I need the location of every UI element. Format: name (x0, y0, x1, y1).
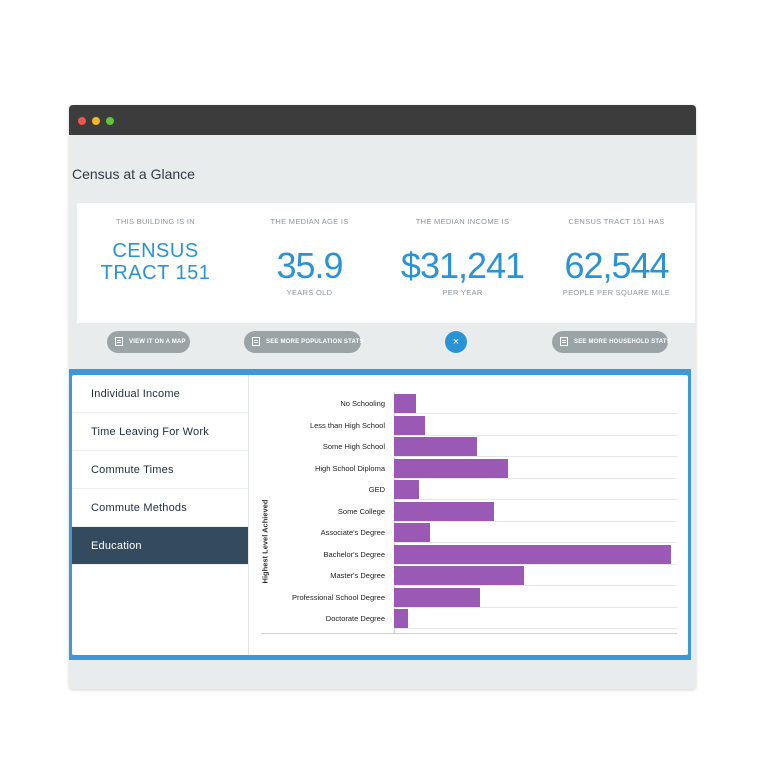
menu-item-individual-income[interactable]: Individual Income (72, 375, 248, 413)
category-label: Associate's Degree (320, 528, 385, 537)
median-income-card: THE MEDIAN INCOME IS $31,241 PER YEAR (384, 203, 541, 323)
details-panel-inner: Individual Income Time Leaving For Work … (72, 375, 688, 655)
document-icon (115, 337, 123, 346)
browser-window: Census at a Glance THIS BUILDING IS IN C… (69, 105, 696, 689)
card-value: 62,544 (564, 245, 669, 286)
card-value: CENSUS TRACT 151 (77, 240, 234, 284)
bar[interactable] (394, 501, 494, 521)
card-value-line2: TRACT 151 (100, 262, 211, 284)
category-label: Master's Degree (330, 571, 385, 580)
view-on-map-button[interactable]: VIEW IT ON A MAP (107, 331, 190, 353)
bar[interactable] (394, 480, 419, 499)
minimize-window-dot[interactable] (92, 117, 100, 125)
population-density-card: CENSUS TRACT 151 HAS 62,544 PEOPLE PER S… (538, 203, 695, 323)
menu-item-time-leaving-for-work[interactable]: Time Leaving For Work (72, 413, 248, 451)
category-label: Doctorate Degree (325, 614, 385, 623)
bar[interactable] (394, 609, 408, 628)
household-stats-button[interactable]: SEE MORE HOUSEHOLD STATS (552, 331, 671, 353)
card-caption: THE MEDIAN INCOME IS (415, 217, 510, 226)
card-value: $31,241 (400, 245, 525, 286)
bar[interactable] (394, 587, 480, 607)
bar[interactable] (394, 415, 425, 435)
bar[interactable] (394, 394, 417, 413)
menu-item-commute-times[interactable]: Commute Times (72, 451, 248, 489)
chart-row (394, 414, 677, 436)
chart-row (394, 564, 677, 586)
card-caption: THE MEDIAN AGE IS (270, 217, 349, 226)
card-subtitle: PEOPLE PER SQUARE MILE (562, 288, 671, 297)
card-value: 35.9 (276, 245, 343, 286)
median-age-card: THE MEDIAN AGE IS 35.9 YEARS OLD (231, 203, 388, 323)
stats-menu: Individual Income Time Leaving For Work … (72, 375, 249, 655)
category-label: Professional School Degree (292, 592, 385, 602)
chart-row (394, 457, 677, 479)
population-stats-label: SEE MORE POPULATION STATS (266, 339, 364, 345)
window-titlebar (69, 105, 696, 135)
chart-row (394, 607, 677, 629)
category-label: Some College (337, 506, 385, 516)
view-on-map-label: VIEW IT ON A MAP (129, 339, 186, 345)
bar[interactable] (394, 437, 478, 456)
chart-row (394, 435, 677, 457)
census-tract-card: THIS BUILDING IS IN CENSUS TRACT 151 (77, 203, 234, 323)
card-subtitle: PER YEAR (442, 288, 483, 297)
menu-item-commute-methods[interactable]: Commute Methods (72, 489, 248, 527)
chart-row (394, 586, 677, 608)
category-label: GED (368, 485, 385, 494)
document-icon (560, 337, 568, 346)
household-stats-label: SEE MORE HOUSEHOLD STATS (574, 339, 671, 345)
chart-row (394, 521, 677, 543)
maximize-window-dot[interactable] (106, 117, 114, 125)
bar[interactable] (394, 544, 672, 564)
card-caption: CENSUS TRACT 151 HAS (568, 217, 665, 226)
page-title: Census at a Glance (72, 166, 195, 182)
chart-row (394, 543, 677, 565)
chart-row (394, 500, 677, 522)
card-caption: THIS BUILDING IS IN (115, 217, 196, 226)
category-label: No Schooling (340, 399, 385, 408)
card-subtitle: YEARS OLD (286, 288, 333, 297)
bar[interactable] (394, 523, 431, 542)
category-label: High School Diploma (314, 463, 385, 473)
bar[interactable] (394, 458, 508, 478)
document-icon (252, 337, 260, 346)
category-label: Bachelor's Degree (323, 549, 385, 559)
close-window-dot[interactable] (78, 117, 86, 125)
menu-item-education[interactable]: Education (72, 527, 248, 565)
bar[interactable] (394, 566, 525, 585)
category-label: Less than High School (309, 420, 385, 430)
chart-row (394, 478, 677, 500)
education-chart: Highest Level Achieved No Schooling Less … (249, 375, 688, 655)
population-stats-button[interactable]: SEE MORE POPULATION STATS (244, 331, 364, 353)
category-label: Some High School (322, 442, 385, 451)
card-value-line1: CENSUS (112, 240, 199, 262)
close-icon: × (452, 336, 460, 348)
details-panel: Individual Income Time Leaving For Work … (69, 369, 691, 660)
chart-row (394, 392, 677, 414)
x-axis-line (261, 633, 677, 634)
close-stats-button[interactable]: × (445, 331, 467, 353)
